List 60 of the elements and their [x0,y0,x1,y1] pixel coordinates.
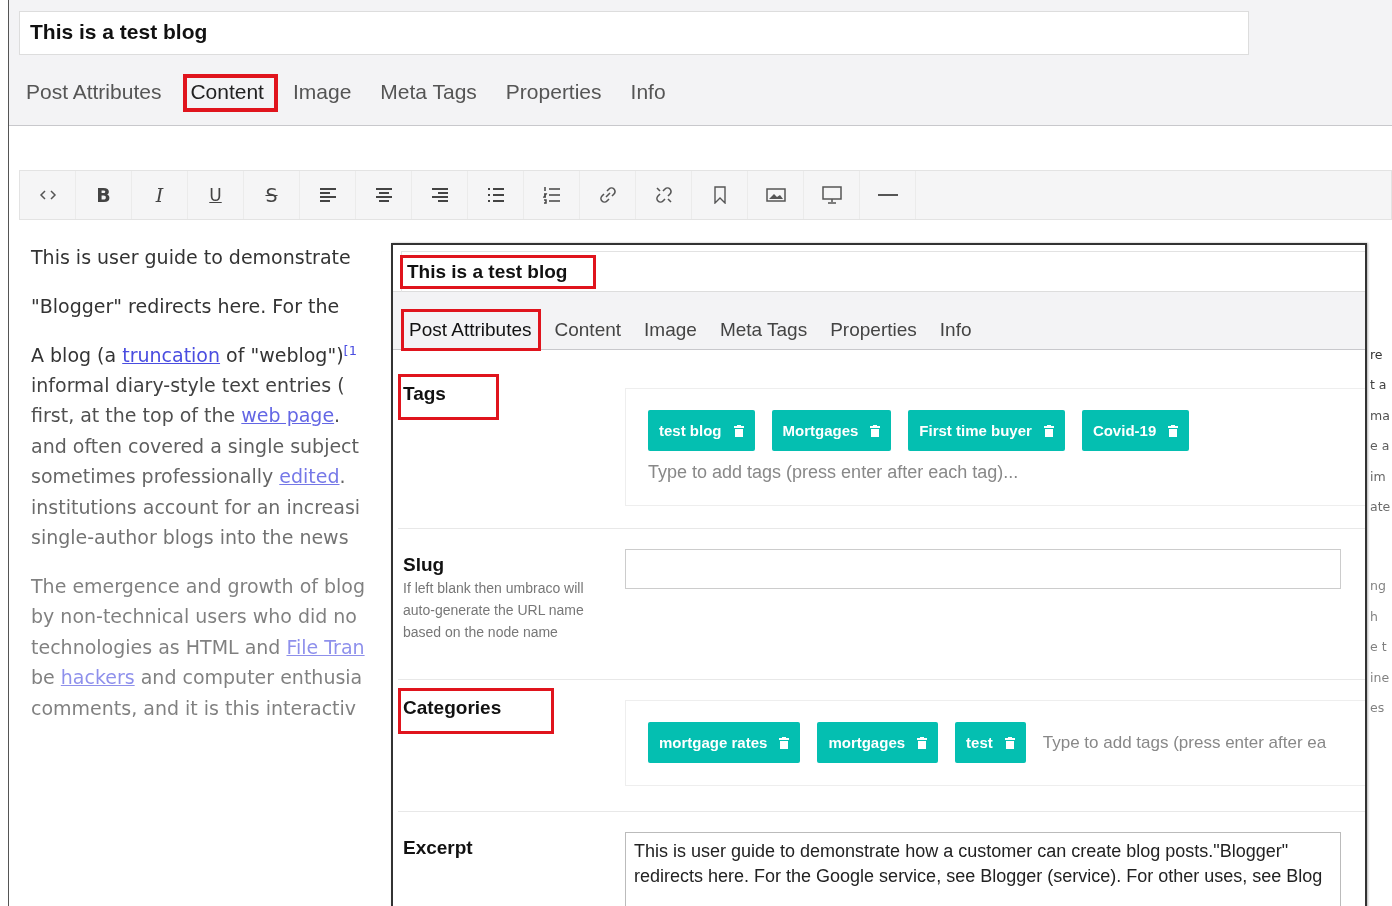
field-label: Tags [398,374,499,420]
format-button[interactable]: S [244,171,300,219]
title-text: This is a test blog [400,255,597,289]
body-text: informal diary-style text entries ( [31,373,345,396]
body-text: e a [1370,438,1391,454]
body-text: comments, and it is this interactiv [31,696,357,719]
body-text: first, at the top of the web page. [31,404,341,427]
format-button[interactable]: B [76,171,132,219]
text-link[interactable]: web page [241,404,335,427]
body-text: technologies as HTML and File Tran [31,635,365,658]
body-text: ng [1370,578,1387,594]
tab[interactable]: Content [183,74,278,112]
text-link[interactable]: edited [279,465,340,488]
trash-icon[interactable] [1168,424,1179,437]
body-text: im [1370,468,1387,484]
tab[interactable]: Content [546,309,631,351]
trash-icon[interactable] [1043,424,1054,437]
trash-icon[interactable] [917,736,928,749]
body-text: h [1370,608,1379,624]
excerpt-field[interactable]: This is user guide to demonstrate how a customer can create blog posts."Blogger" redirects here. For the Google service, see Blogger (service). For other uses, see Blog [625,832,1341,906]
body-text: by non-technical users who did no [31,605,357,628]
body-text: e t [1370,639,1388,655]
trash-icon[interactable] [733,424,744,437]
trash-icon[interactable] [779,736,790,749]
slug-input[interactable] [625,549,1341,589]
tab[interactable]: Info [931,309,981,351]
body-text: re [1370,346,1384,362]
body-text: es [1370,700,1386,716]
tab[interactable]: Info [623,74,680,112]
body-text: single-author blogs into the news [31,526,349,549]
tab[interactable]: Image [636,309,706,351]
field-label: Slug [402,553,446,577]
title-field[interactable]: This is a test blog [19,11,1249,55]
tab[interactable]: Post Attributes [401,309,541,351]
tab[interactable]: Properties [822,309,926,351]
body-text: ma [1370,407,1391,423]
tab[interactable]: Properties [498,74,616,112]
format-button[interactable]: U [188,171,244,219]
body-text: The emergence and growth of blog [31,574,366,597]
body-text: ine [1370,669,1391,685]
body-text: be hackers and computer enthusia [31,666,363,689]
body-text: "Blogger" redirects here. For the [31,294,340,317]
body-text: institutions account for an increasi [31,495,361,518]
format-button[interactable]: I [132,171,188,219]
body-text: ate [1370,499,1392,515]
tab[interactable]: Meta Tags [373,74,491,112]
body-text: This is user guide to demonstrate [31,246,351,269]
tab[interactable]: Post Attributes [19,74,176,112]
body-text: A blog (a truncation of "weblog")$^{[1}$ [31,342,357,366]
field-label: Categories [398,688,555,734]
text-link[interactable]: truncation [122,343,221,366]
field-description: If left blank then umbraco will auto-generate the URL name based on the node name [402,579,585,642]
body-text: t a [1370,377,1388,393]
body-text: and often covered a single subject [31,434,359,457]
field-label: Excerpt [402,836,474,860]
trash-icon[interactable] [1004,736,1015,749]
trash-icon[interactable] [870,424,881,437]
body-text: sometimes professionally edited. [31,465,346,488]
tab[interactable]: Meta Tags [711,309,817,351]
tab[interactable]: Image [285,74,366,112]
